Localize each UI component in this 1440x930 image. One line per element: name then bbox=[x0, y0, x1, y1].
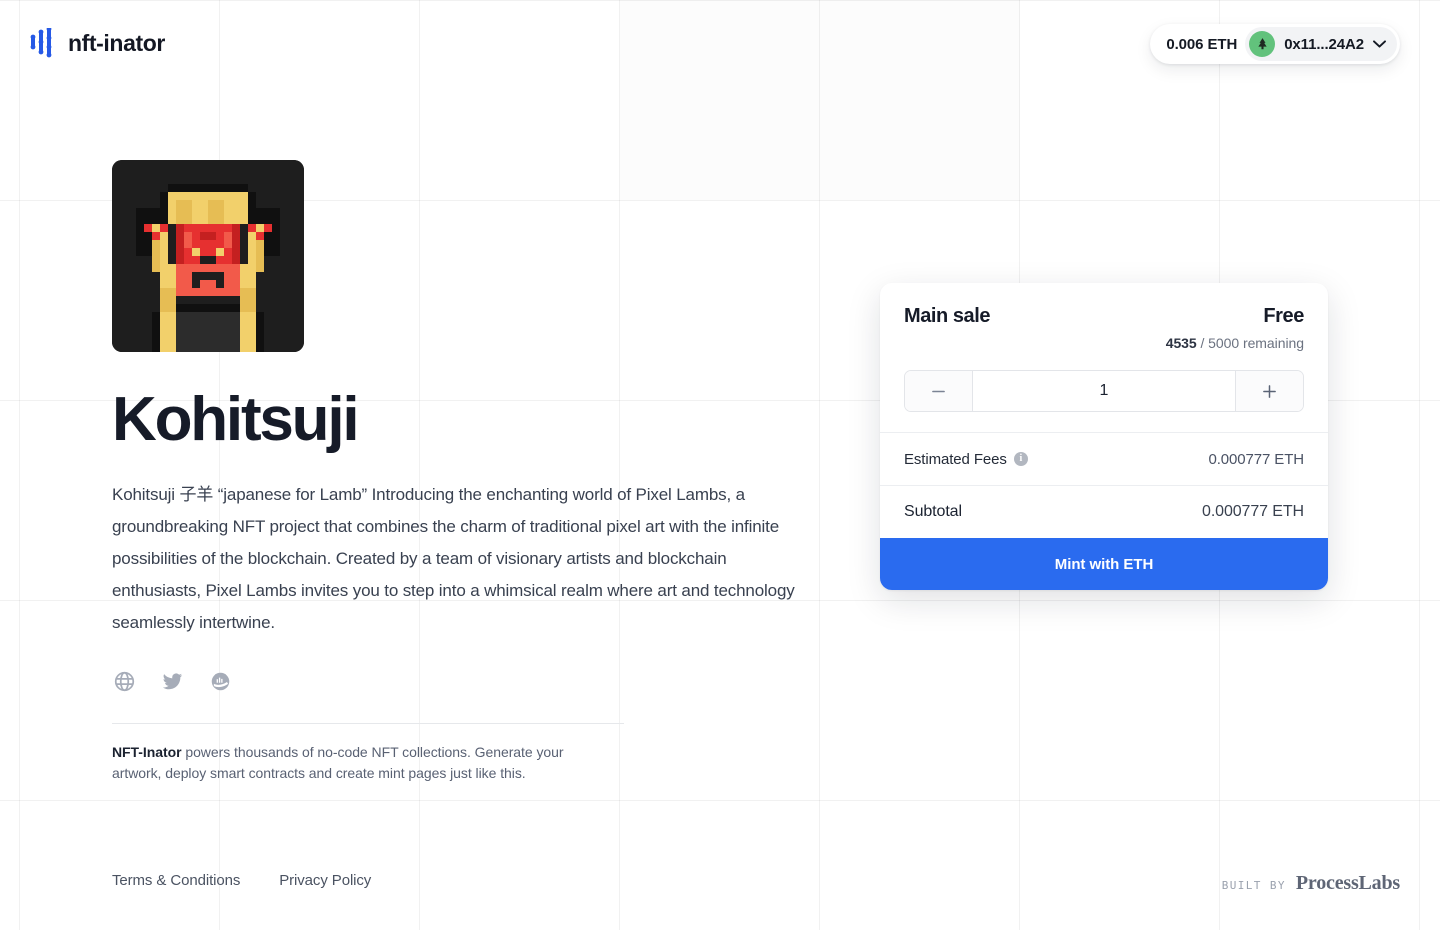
twitter-bird-icon[interactable] bbox=[160, 669, 184, 693]
site-footer: Terms & Conditions Privacy Policy BUILT … bbox=[0, 860, 1440, 930]
info-icon[interactable]: i bbox=[1013, 452, 1028, 466]
quantity-decrement-button[interactable] bbox=[905, 371, 973, 411]
globe-icon[interactable] bbox=[112, 669, 136, 693]
wallet-avatar-tree-icon bbox=[1249, 31, 1276, 57]
supply-remaining-total: / 5000 remaining bbox=[1196, 335, 1304, 351]
opensea-icon[interactable] bbox=[208, 669, 232, 693]
section-divider bbox=[112, 723, 624, 725]
minus-icon bbox=[931, 384, 946, 399]
estimated-fees-row: Estimated Fees i 0.000777 ETH bbox=[880, 432, 1328, 485]
built-by-name[interactable]: ProcessLabs bbox=[1296, 872, 1400, 895]
estimated-fees-label: Estimated Fees i bbox=[904, 451, 1028, 468]
estimated-fees-value: 0.000777 ETH bbox=[1208, 450, 1304, 468]
brand-logo[interactable]: nft-inator bbox=[30, 28, 165, 58]
subtotal-label: Subtotal bbox=[904, 503, 962, 520]
built-by: BUILT BY ProcessLabs bbox=[1222, 872, 1400, 895]
subtotal-row: Subtotal 0.000777 ETH bbox=[880, 485, 1328, 538]
brand-name: nft-inator bbox=[68, 29, 165, 56]
nft-inator-logo-icon bbox=[30, 28, 56, 58]
estimated-fees-text: Estimated Fees bbox=[904, 450, 1007, 468]
subtotal-value: 0.000777 ETH bbox=[1202, 503, 1304, 520]
collection-artwork bbox=[112, 160, 304, 352]
promo-brand: NFT-Inator bbox=[112, 744, 182, 761]
wallet-account-button[interactable]: 0x11...24A2 bbox=[1245, 27, 1397, 61]
terms-and-conditions-link[interactable]: Terms & Conditions bbox=[112, 872, 240, 889]
footer-links: Terms & Conditions Privacy Policy bbox=[112, 872, 371, 889]
site-header: nft-inator 0.006 ETH 0x11...24A2 bbox=[0, 0, 1440, 88]
fee-breakdown: Estimated Fees i 0.000777 ETH Subtotal 0… bbox=[880, 432, 1328, 538]
page-title: Kohitsuji bbox=[112, 385, 360, 454]
mint-page: nft-inator 0.006 ETH 0x11...24A2 Kohitsu… bbox=[0, 0, 1440, 930]
sale-name: Main sale bbox=[904, 305, 990, 327]
privacy-policy-link[interactable]: Privacy Policy bbox=[279, 872, 371, 889]
wallet-pill: 0.006 ETH 0x11...24A2 bbox=[1150, 24, 1400, 64]
quantity-input[interactable]: 1 bbox=[973, 371, 1235, 411]
quantity-stepper: 1 bbox=[904, 370, 1304, 412]
wallet-address: 0x11...24A2 bbox=[1284, 35, 1364, 53]
mint-card: Main sale Free 4535 / 5000 remaining 1 E… bbox=[880, 283, 1328, 590]
mint-card-header: Main sale Free 4535 / 5000 remaining bbox=[880, 283, 1328, 351]
mint-with-eth-button[interactable]: Mint with ETH bbox=[880, 538, 1328, 590]
sale-price: Free bbox=[1263, 305, 1304, 327]
collection-info: Kohitsuji Kohitsuji 子羊 “japanese for Lam… bbox=[112, 160, 812, 784]
built-by-label: BUILT BY bbox=[1221, 879, 1286, 892]
quantity-increment-button[interactable] bbox=[1235, 371, 1303, 411]
supply-remaining: 4535 / 5000 remaining bbox=[904, 335, 1304, 351]
supply-remaining-count: 4535 bbox=[1165, 335, 1197, 351]
plus-icon bbox=[1262, 384, 1277, 399]
chevron-down-icon bbox=[1373, 35, 1386, 53]
collection-description: Kohitsuji 子羊 “japanese for Lamb” Introdu… bbox=[112, 485, 795, 633]
wallet-balance: 0.006 ETH bbox=[1166, 35, 1238, 53]
promo-text: NFT-Inator powers thousands of no-code N… bbox=[112, 742, 612, 784]
social-links bbox=[112, 669, 812, 693]
